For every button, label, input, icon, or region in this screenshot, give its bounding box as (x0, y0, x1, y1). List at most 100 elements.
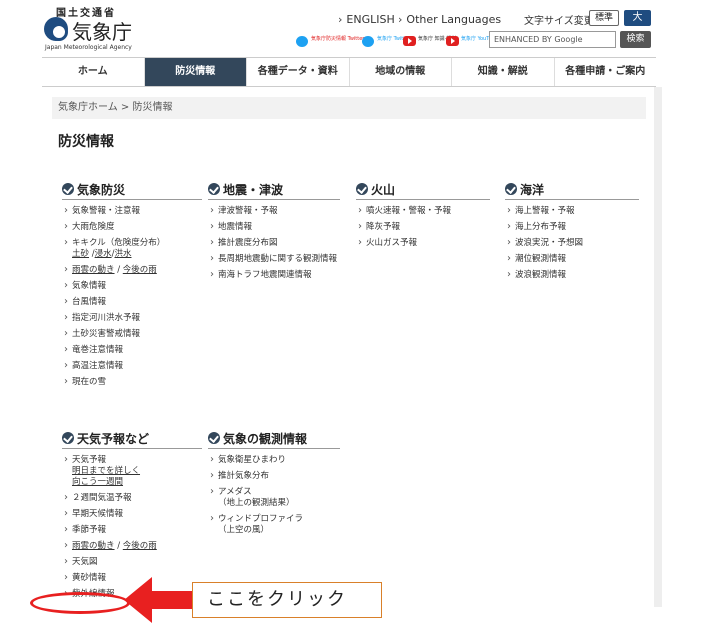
breadcrumb-home-link[interactable]: 気象庁ホーム (58, 102, 118, 113)
link-tornado[interactable]: 竜巻注意情報 (62, 343, 202, 359)
link-sublabel: （上空の風） (218, 525, 270, 535)
link-label: 指定河川洪水予報 (72, 313, 141, 323)
link-rain-cloud-movement[interactable]: 雨雲の動き (72, 541, 115, 551)
link-two-week-temp[interactable]: ２週間気温予報 (62, 491, 202, 507)
link-label: 津波警報・予報 (218, 206, 278, 216)
check-circle-icon (356, 183, 368, 195)
nav-home[interactable]: ホーム (42, 58, 145, 86)
breadcrumb-separator: > (117, 102, 133, 113)
link-label: 土砂災害警戒情報 (72, 329, 141, 339)
fontsize-standard-button[interactable]: 標準 (589, 10, 619, 26)
link-high-temp[interactable]: 高温注意情報 (62, 359, 202, 375)
link-label: 海上警報・予報 (515, 206, 575, 216)
search-input[interactable]: ENHANCED BY Google (489, 31, 616, 48)
search-placeholder: ENHANCED BY Google (494, 35, 583, 44)
section-heading: 気象の観測情報 (208, 430, 340, 449)
link-nankai-trough[interactable]: 南海トラフ地震関連情報 (208, 268, 340, 284)
link-marine-warning[interactable]: 海上警報・予報 (505, 204, 639, 220)
twitter-icon (296, 36, 308, 47)
link-kikikuru[interactable]: キキクル（危険度分布） 土砂 /浸水/洪水 (62, 236, 202, 263)
check-circle-icon (208, 183, 220, 195)
agency-logo-text[interactable]: 気象庁 (72, 16, 132, 45)
link-marine-distribution[interactable]: 海上分布予報 (505, 220, 639, 236)
link-long-period[interactable]: 長周期地震動に関する観測情報 (208, 252, 340, 268)
section-observation: 気象の観測情報 気象衛星ひまわり 推計気象分布 アメダス（地上の観測結果） ウィ… (208, 430, 340, 539)
link-label: 現在の雪 (72, 377, 107, 387)
section-heading: 天気予報など (62, 430, 202, 449)
breadcrumb: 気象庁ホーム > 防災情報 (52, 97, 646, 119)
link-future-rain[interactable]: 今後の雨 (123, 541, 157, 551)
link-weather-forecast[interactable]: 天気予報 明日までを詳しく 向こう一週間 (62, 453, 202, 491)
section-title: 火山 (371, 183, 396, 197)
link-tsunami-warning[interactable]: 津波警報・予報 (208, 204, 340, 220)
link-rain-cloud-movement[interactable]: 雨雲の動き (72, 265, 115, 275)
youtube-icon (403, 36, 416, 46)
link-tide-observation[interactable]: 潮位観測情報 (505, 252, 639, 268)
link-ashfall[interactable]: 降灰予報 (356, 220, 490, 236)
lang-other-label: Other Languages (406, 13, 502, 26)
link-dosha[interactable]: 土砂 (72, 249, 89, 259)
link-earthquake-info[interactable]: 地震情報 (208, 220, 340, 236)
link-rain-cloud: 雨雲の動き / 今後の雨 (62, 263, 202, 279)
annotation-highlight-ellipse (30, 592, 130, 614)
lang-english-label: ENGLISH (346, 13, 395, 26)
link-label: 大雨危険度 (72, 222, 115, 232)
link-eruption-warning[interactable]: 噴火速報・警報・予報 (356, 204, 490, 220)
link-weather-info[interactable]: 気象情報 (62, 279, 202, 295)
link-future-rain[interactable]: 今後の雨 (123, 265, 157, 275)
link-seismic-intensity-map[interactable]: 推計震度分布図 (208, 236, 340, 252)
nav-region[interactable]: 地域の情報 (350, 58, 452, 86)
link-label: 天気予報 (72, 455, 107, 465)
separator: / (117, 541, 121, 551)
nav-application[interactable]: 各種申請・ご案内 (555, 58, 657, 86)
link-label: 潮位観測情報 (515, 254, 567, 264)
link-shinsui[interactable]: 浸水 (95, 249, 112, 259)
link-warnings[interactable]: 気象警報・注意報 (62, 204, 202, 220)
link-kozui[interactable]: 洪水 (114, 249, 131, 259)
link-himawari[interactable]: 気象衛星ひまわり (208, 453, 340, 469)
lang-english-link[interactable]: › ENGLISH (338, 13, 395, 26)
link-flood-forecast[interactable]: 指定河川洪水予報 (62, 311, 202, 327)
link-wave-analysis[interactable]: 波浪実況・予想図 (505, 236, 639, 252)
link-seasonal-forecast[interactable]: 季節予報 (62, 523, 202, 539)
kikikuru-sublinks: 土砂 /浸水/洪水 (72, 249, 202, 260)
twitter-icon (362, 36, 374, 47)
youtube-icon (446, 36, 459, 46)
global-nav: ホーム 防災情報 各種データ・資料 地域の情報 知識・解説 各種申請・ご案内 (42, 57, 656, 87)
annotation-arrow-icon (124, 577, 194, 623)
link-typhoon[interactable]: 台風情報 (62, 295, 202, 311)
link-wind-profiler[interactable]: ウィンドプロファイラ（上空の風） (208, 512, 340, 539)
link-label: 気象衛星ひまわり (218, 455, 287, 465)
search-button[interactable]: 検索 (620, 31, 651, 48)
fontsize-large-button[interactable]: 大 (624, 10, 651, 26)
link-weather-map[interactable]: 天気図 (62, 555, 202, 571)
annotation-callout: ここをクリック (192, 582, 382, 618)
link-current-snow[interactable]: 現在の雪 (62, 375, 202, 391)
link-volcanic-gas[interactable]: 火山ガス予報 (356, 236, 490, 252)
link-heavy-rain-risk[interactable]: 大雨危険度 (62, 220, 202, 236)
link-label: ウィンドプロファイラ (218, 514, 304, 524)
link-wave-observation[interactable]: 波浪観測情報 (505, 268, 639, 284)
link-early-weather[interactable]: 早期天候情報 (62, 507, 202, 523)
link-rain-cloud-2: 雨雲の動き / 今後の雨 (62, 539, 202, 555)
jma-logo-icon[interactable] (44, 17, 68, 41)
nav-bosai[interactable]: 防災情報 (144, 58, 247, 86)
site-header: 国土交通省 気象庁 Japan Meteorological Agency › E… (0, 0, 722, 56)
link-detailed-tomorrow[interactable]: 明日までを詳しく (72, 466, 202, 477)
link-label: 地震情報 (218, 222, 253, 232)
nav-data[interactable]: 各種データ・資料 (247, 58, 350, 86)
section-heading: 火山 (356, 181, 490, 200)
nav-knowledge[interactable]: 知識・解説 (452, 58, 555, 86)
lang-other-link[interactable]: › Other Languages (398, 13, 501, 26)
social-label: 気象庁防災情報 Twitter (311, 36, 365, 42)
check-circle-icon (505, 183, 517, 195)
link-label: 推計震度分布図 (218, 238, 278, 248)
link-landslide[interactable]: 土砂災害警戒情報 (62, 327, 202, 343)
link-estimated-weather[interactable]: 推計気象分布 (208, 469, 340, 485)
link-amedas[interactable]: アメダス（地上の観測結果） (208, 485, 340, 512)
check-circle-icon (62, 432, 74, 444)
link-label: 季節予報 (72, 525, 107, 535)
link-label: 南海トラフ地震関連情報 (218, 270, 312, 280)
link-one-week[interactable]: 向こう一週間 (72, 477, 202, 488)
breadcrumb-current: 防災情報 (132, 102, 173, 113)
